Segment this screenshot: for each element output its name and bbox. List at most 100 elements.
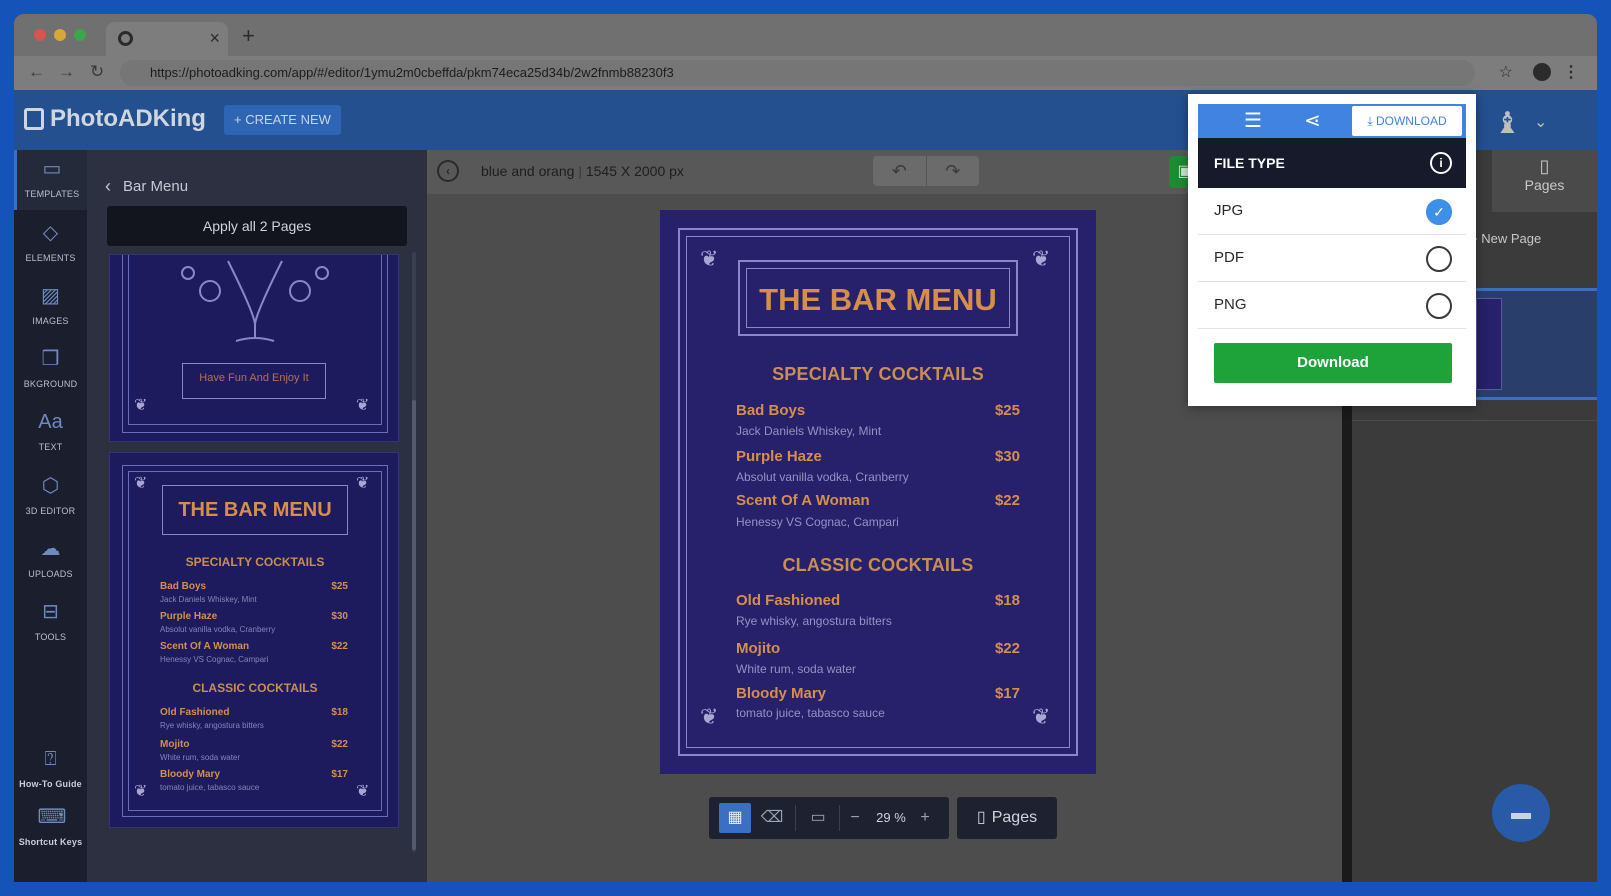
profile-avatar[interactable] xyxy=(1533,63,1551,81)
browser-tab[interactable]: × xyxy=(106,22,228,56)
comment-icon[interactable]: ☰ xyxy=(1244,108,1262,134)
chrome-favicon-icon xyxy=(118,31,133,46)
specialty-heading[interactable]: SPECIALTY COCKTAILS xyxy=(660,364,1096,385)
minimize-window-button[interactable] xyxy=(54,29,66,41)
page-thumbnail-2[interactable]: THE BAR MENU SPECIALTY COCKTAILS Bad Boy… xyxy=(109,452,399,828)
presentation-icon[interactable]: ▭ xyxy=(803,803,833,833)
toolbar-divider xyxy=(839,805,840,831)
pages-tab[interactable]: ▯ Pages xyxy=(1492,150,1597,212)
menu-item-name[interactable]: Old Fashioned xyxy=(736,592,840,609)
panel-scrollbar[interactable] xyxy=(412,400,416,850)
eraser-icon[interactable]: ⌫ xyxy=(757,803,787,833)
radio-unchecked-icon[interactable] xyxy=(1426,293,1452,319)
thumb-item-name: Old Fashioned xyxy=(160,707,230,718)
document-name[interactable]: blue and orang xyxy=(481,163,574,179)
page-thumbnail-1[interactable]: Have Fun And Enjoy It ❦ ❦ xyxy=(109,254,399,442)
bookmark-star-icon[interactable]: ☆ xyxy=(1499,62,1513,82)
thumb-section-classic: CLASSIC COCKTAILS xyxy=(192,681,318,695)
document-info[interactable]: blue and orang | 1545 X 2000 px xyxy=(481,163,684,179)
shortcut-keys-button[interactable]: ⌨ Shortcut Keys xyxy=(14,802,87,850)
download-button[interactable]: Download xyxy=(1214,343,1452,383)
reload-icon[interactable]: ↻ xyxy=(90,62,104,82)
new-page-button[interactable]: + New Page xyxy=(1470,224,1597,254)
window-controls xyxy=(34,29,86,41)
rail-item-templates[interactable]: ▭ TEMPLATES xyxy=(14,150,87,210)
menu-item-desc[interactable]: tomato juice, tabasco sauce xyxy=(736,706,885,720)
chevron-left-icon[interactable]: ‹ xyxy=(105,176,111,197)
menu-item-price[interactable]: $22 xyxy=(995,492,1020,509)
leaf-ornament-icon: ❦ xyxy=(356,397,370,414)
menu-item-price[interactable]: $17 xyxy=(995,685,1020,702)
rail-item-images[interactable]: ▨ IMAGES xyxy=(14,277,87,337)
rail-item-text[interactable]: Aa TEXT xyxy=(14,403,87,463)
forward-arrow-icon[interactable]: → xyxy=(58,62,75,82)
menu-item-desc[interactable]: Henessy VS Cognac, Campari xyxy=(736,515,899,529)
info-icon[interactable]: i xyxy=(1430,152,1452,174)
download-icon: ⤓ xyxy=(1367,114,1373,128)
page-mini-thumbnail[interactable] xyxy=(1476,298,1502,390)
rail-item-background[interactable]: ❒ BKGROUND xyxy=(14,340,87,400)
text-icon: Aa xyxy=(38,411,63,433)
browser-tab-bar: × + xyxy=(14,14,1597,56)
menu-item-name[interactable]: Bad Boys xyxy=(736,402,805,419)
share-icon[interactable]: ⋖ xyxy=(1304,108,1321,134)
download-tab[interactable]: ⤓ DOWNLOAD xyxy=(1352,106,1462,136)
menu-item-desc[interactable]: Absolut vanilla vodka, Cranberry xyxy=(736,470,909,484)
undo-icon[interactable]: ↶ xyxy=(873,156,927,186)
rail-item-elements[interactable]: ◇ ELEMENTS xyxy=(14,214,87,274)
page-icon: ▯ xyxy=(976,809,986,826)
radio-unchecked-icon[interactable] xyxy=(1426,246,1452,272)
create-new-button[interactable]: + CREATE NEW xyxy=(224,105,341,135)
chess-king-icon[interactable]: ♝ xyxy=(1494,106,1521,141)
thumb-item-price: $22 xyxy=(331,641,348,652)
tab-close-button[interactable]: × xyxy=(209,28,220,48)
browser-menu-icon[interactable]: ⋮ xyxy=(1563,62,1579,82)
panel-divider xyxy=(1352,420,1597,421)
howto-guide-button[interactable]: ⍰ How-To Guide xyxy=(14,742,87,792)
leaf-ornament-icon: ❦ xyxy=(700,704,719,729)
file-type-option-png[interactable]: PNG xyxy=(1198,282,1466,329)
new-tab-button[interactable]: + xyxy=(242,24,255,48)
logo-mark-icon xyxy=(24,108,44,130)
menu-item-price[interactable]: $25 xyxy=(995,402,1020,419)
chevron-down-icon[interactable]: ⌄ xyxy=(1534,112,1547,132)
design-canvas[interactable]: THE BAR MENU ❦ ❦ ❦ ❦ SPECIALTY COCKTAILS… xyxy=(660,210,1096,774)
rail-item-3d-editor[interactable]: ⬡ 3D EDITOR xyxy=(14,467,87,527)
back-circle-icon[interactable]: ‹ xyxy=(437,160,459,182)
leaf-ornament-icon: ❦ xyxy=(134,783,148,800)
url-field[interactable]: https://photoadking.com/app/#/editor/1ym… xyxy=(120,60,1475,86)
templates-icon: ▭ xyxy=(42,158,62,180)
thumb-item-name: Scent Of A Woman xyxy=(160,641,250,652)
grid-view-icon[interactable]: ▦ xyxy=(719,803,751,833)
back-arrow-icon[interactable]: ← xyxy=(28,62,45,82)
menu-title[interactable]: THE BAR MENU xyxy=(660,282,1096,318)
menu-item-desc[interactable]: White rum, soda water xyxy=(736,662,856,676)
rail-item-uploads[interactable]: ☁ UPLOADS xyxy=(14,530,87,590)
menu-item-name[interactable]: Purple Haze xyxy=(736,448,822,465)
maximize-window-button[interactable] xyxy=(74,29,86,41)
file-type-option-jpg[interactable]: JPG ✓ xyxy=(1198,188,1466,235)
redo-icon[interactable]: ↷ xyxy=(927,156,980,186)
radio-checked-icon[interactable]: ✓ xyxy=(1426,199,1452,225)
rail-item-tools[interactable]: ⊟ TOOLS xyxy=(14,593,87,653)
file-type-option-pdf[interactable]: PDF xyxy=(1198,235,1466,282)
app-logo[interactable]: PhotoADKing xyxy=(24,105,206,133)
help-icon: ⍰ xyxy=(44,748,57,770)
apply-all-pages-button[interactable]: Apply all 2 Pages xyxy=(107,206,407,246)
menu-item-price[interactable]: $30 xyxy=(995,448,1020,465)
menu-item-desc[interactable]: Jack Daniels Whiskey, Mint xyxy=(736,424,881,438)
leaf-ornament-icon: ❦ xyxy=(134,475,148,492)
menu-item-name[interactable]: Scent Of A Woman xyxy=(736,492,870,509)
classic-heading[interactable]: CLASSIC COCKTAILS xyxy=(660,555,1096,576)
menu-item-price[interactable]: $18 xyxy=(995,592,1020,609)
menu-item-price[interactable]: $22 xyxy=(995,640,1020,657)
menu-item-name[interactable]: Bloody Mary xyxy=(736,685,826,702)
zoom-in-button[interactable]: + xyxy=(915,803,935,833)
chat-icon[interactable]: ▬ xyxy=(1492,784,1550,842)
menu-item-desc[interactable]: Rye whisky, angostura bitters xyxy=(736,614,892,628)
close-window-button[interactable] xyxy=(34,29,46,41)
zoom-out-button[interactable]: − xyxy=(845,803,865,833)
pages-button[interactable]: ▯ Pages xyxy=(957,797,1057,839)
menu-item-name[interactable]: Mojito xyxy=(736,640,780,657)
file-type-label: PNG xyxy=(1214,296,1247,313)
